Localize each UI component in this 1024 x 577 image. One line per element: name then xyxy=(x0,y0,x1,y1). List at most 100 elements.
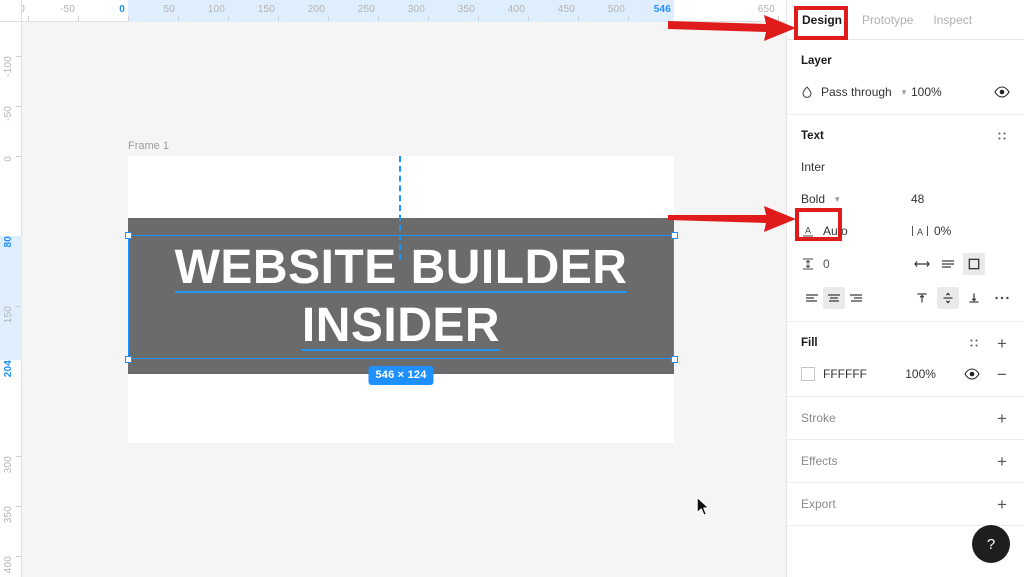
right-properties-panel: Design Prototype Inspect Layer Pass thro… xyxy=(786,0,1024,577)
font-size-value: 48 xyxy=(911,192,925,206)
align-left-icon[interactable] xyxy=(801,287,823,309)
ruler-tickmark-h xyxy=(278,16,279,21)
ruler-tickmark-h xyxy=(528,16,529,21)
add-fill-icon[interactable]: + xyxy=(994,335,1010,352)
layer-opacity-value: 100% xyxy=(911,85,942,99)
ruler-tick-v-400: 400 xyxy=(3,556,14,574)
ruler-tick-h--50: -50 xyxy=(59,4,75,15)
vertical-ruler-selection-highlight xyxy=(0,236,22,360)
ruler-tickmark-h xyxy=(428,16,429,21)
align-middle-icon[interactable] xyxy=(937,287,959,309)
ruler-tick-h-450: 450 xyxy=(557,4,575,15)
export-section-header: Export + xyxy=(801,494,1010,514)
ruler-tick-h-0: 0 xyxy=(119,4,125,15)
help-button[interactable]: ? xyxy=(972,525,1010,563)
paragraph-spacing-resize-row: 0 xyxy=(801,252,1010,276)
layer-blend-row: Pass through ▾ 100% xyxy=(801,81,1010,103)
vertical-align-group xyxy=(911,287,985,309)
annotation-arrow-to-design xyxy=(668,15,796,41)
tab-design[interactable]: Design xyxy=(800,9,844,31)
ruler-tick-v--50: -50 xyxy=(3,106,14,122)
layer-visibility-control[interactable] xyxy=(973,84,1010,100)
ruler-tickmark-h xyxy=(128,16,129,21)
frame-label[interactable]: Frame 1 xyxy=(128,140,169,152)
figma-editor-window: Frame 1 WEBSITE BUILDER INSIDER 546 × 12… xyxy=(0,0,1024,577)
font-size-field[interactable]: 48 xyxy=(911,192,973,206)
blend-mode-control[interactable]: Pass through ▾ xyxy=(801,85,911,99)
eye-icon[interactable] xyxy=(964,366,980,382)
annotation-arrow-to-bold xyxy=(668,206,796,232)
ruler-tickmark-v xyxy=(16,506,21,507)
canvas-area[interactable]: Frame 1 WEBSITE BUILDER INSIDER 546 × 12… xyxy=(0,0,786,577)
font-family-row[interactable]: Inter xyxy=(801,156,1010,178)
align-center-icon[interactable] xyxy=(823,287,845,309)
ruler-tick-v-350: 350 xyxy=(3,506,14,524)
fill-section-title: Fill xyxy=(801,337,818,349)
fill-color-swatch[interactable] xyxy=(801,367,815,381)
auto-height-icon[interactable] xyxy=(937,253,959,275)
ruler-tick-v--100: -100 xyxy=(3,56,14,77)
effects-section-title: Effects xyxy=(801,454,838,468)
fixed-size-icon[interactable] xyxy=(963,253,985,275)
text-more-options[interactable] xyxy=(985,290,1010,306)
type-settings-icon[interactable] xyxy=(994,128,1010,144)
font-style-size-row: Bold ▾ 48 xyxy=(801,188,1010,210)
align-bottom-icon[interactable] xyxy=(963,287,985,309)
selection-dimensions-badge: 546 × 124 xyxy=(368,366,434,385)
fill-opacity-field[interactable]: 100% xyxy=(905,367,964,381)
ruler-tick-h-500: 500 xyxy=(607,4,625,15)
line-height-field[interactable]: A Auto xyxy=(801,224,911,238)
add-effect-icon[interactable]: + xyxy=(994,453,1010,470)
export-section-title: Export xyxy=(801,497,836,511)
effects-section: Effects + xyxy=(787,440,1024,483)
align-top-icon[interactable] xyxy=(911,287,933,309)
auto-width-icon[interactable] xyxy=(911,253,933,275)
ruler-tick-h-400: 400 xyxy=(507,4,525,15)
ruler-tick-h-250: 250 xyxy=(357,4,375,15)
ruler-tick-v-150: 150 xyxy=(3,306,14,324)
layer-opacity-control[interactable]: 100% xyxy=(911,85,973,99)
ruler-tickmark-h xyxy=(328,16,329,21)
styles-icon[interactable] xyxy=(966,335,982,351)
remove-fill-icon[interactable]: − xyxy=(994,366,1010,383)
layer-section: Layer Pass through ▾ 100% xyxy=(787,40,1024,115)
stroke-section-title: Stroke xyxy=(801,411,836,425)
ruler-tickmark-v xyxy=(16,456,21,457)
horizontal-align-group xyxy=(801,287,911,309)
letter-spacing-field[interactable]: A 0% xyxy=(911,224,973,238)
ruler-tick-h-150: 150 xyxy=(257,4,275,15)
svg-text:A: A xyxy=(805,226,811,236)
ruler-tick-v-80: 80 xyxy=(3,236,14,248)
blend-mode-value: Pass through xyxy=(821,85,892,99)
vertical-ruler[interactable]: -100 -50 0 80 150 204 300 350 400 xyxy=(0,0,22,577)
add-export-icon[interactable]: + xyxy=(994,496,1010,513)
text-layer-website-builder-insider[interactable]: WEBSITE BUILDER INSIDER xyxy=(128,235,674,359)
fill-opacity-value: 100% xyxy=(905,367,936,381)
font-style-value: Bold xyxy=(801,192,826,206)
ruler-tick-h-300: 300 xyxy=(407,4,425,15)
stroke-section: Stroke + xyxy=(787,397,1024,440)
more-options-icon[interactable] xyxy=(994,290,1010,306)
panel-tabbar: Design Prototype Inspect xyxy=(787,0,1024,40)
fill-color-control[interactable]: FFFFFF xyxy=(801,367,905,381)
text-alignment-row xyxy=(801,286,1010,310)
text-line-1: WEBSITE BUILDER xyxy=(174,239,628,297)
ruler-tickmark-v xyxy=(16,156,21,157)
font-style-dropdown[interactable]: Bold ▾ xyxy=(801,192,911,206)
add-stroke-icon[interactable]: + xyxy=(994,410,1010,427)
eye-icon[interactable] xyxy=(994,84,1010,100)
ruler-tickmark-v xyxy=(16,106,21,107)
stroke-section-header: Stroke + xyxy=(801,408,1010,428)
tab-inspect[interactable]: Inspect xyxy=(931,9,974,31)
ruler-tickmark-v xyxy=(16,306,21,307)
text-resize-group xyxy=(911,253,985,275)
paragraph-spacing-field[interactable]: 0 xyxy=(801,257,911,271)
ruler-tickmark-h xyxy=(78,16,79,21)
export-section: Export + xyxy=(787,483,1024,526)
ruler-tickmark-h xyxy=(478,16,479,21)
ruler-tickmark-v xyxy=(16,56,21,57)
svg-text:A: A xyxy=(917,227,923,237)
tab-prototype[interactable]: Prototype xyxy=(860,9,915,31)
paragraph-spacing-value: 0 xyxy=(823,257,830,271)
align-right-icon[interactable] xyxy=(845,287,867,309)
